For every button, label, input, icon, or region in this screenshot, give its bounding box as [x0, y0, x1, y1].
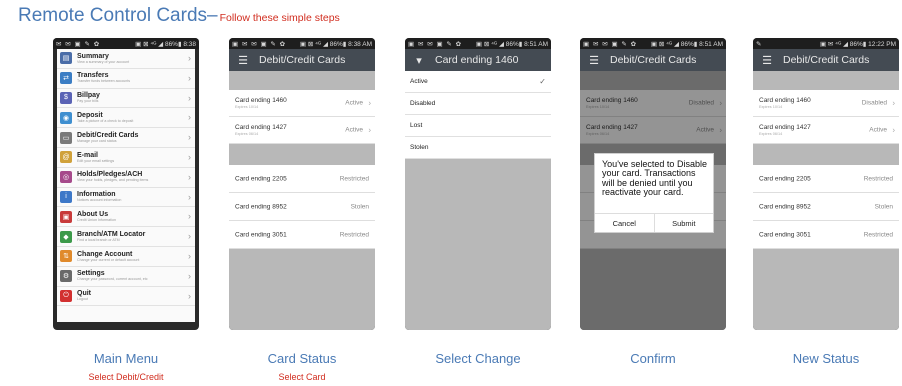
- app-bar: ▾ Card ending 1460: [405, 49, 551, 71]
- status-bar: ✉ ✉ ▣ ✎ ✿ ▣ ⊠ ⁴ᴳ ◢ 86%▮ 8:38: [53, 38, 199, 49]
- caption-confirm: Confirm: [630, 351, 676, 366]
- app-bar: ☰ Debit/Credit Cards: [753, 49, 899, 71]
- chevron-right-icon: ›: [188, 171, 191, 182]
- caption-select-change: Select Change: [435, 351, 521, 366]
- app-bar: ☰ Debit/Credit Cards: [229, 49, 375, 71]
- menu-item-deposit[interactable]: ◉ Deposit Take a picture of a check to dep…: [57, 108, 195, 129]
- app-bar-title: Debit/Credit Cards: [783, 54, 870, 66]
- card-row[interactable]: Card ending 2205 Restricted: [753, 165, 899, 193]
- phone-new-status: ✎ ▣ ✉ ⁴ᴳ ◢ 86%▮ 12:22 PM ☰ Debit/Credit Ca…: [753, 38, 899, 330]
- checkmark-icon: ✓: [539, 77, 546, 86]
- option-lost[interactable]: Lost: [405, 115, 551, 137]
- email-icon: @: [60, 151, 72, 164]
- phone-confirm: ▣ ✉ ✉ ▣ ✎ ✿ ▣ ⊠ ⁴ᴳ ◢ 86%▮ 8:51 AM ☰ Debit/…: [580, 38, 726, 330]
- app-bar-title: Card ending 1460: [435, 54, 519, 66]
- menu-item-about-us[interactable]: ▣ About Us Credit Union Information ›: [57, 207, 195, 228]
- app-bar: ☰ Debit/Credit Cards: [580, 49, 726, 71]
- menu-item-settings[interactable]: ⚙ Settings Change your password, current a…: [57, 267, 195, 287]
- phone-select-change: ▣ ✉ ✉ ▣ ✎ ✿ ▣ ⊠ ⁴ᴳ ◢ 86%▮ 8:51 AM ▾ Card e…: [405, 38, 551, 330]
- status-bar: ▣ ✉ ✉ ▣ ✎ ✿ ▣ ⊠ ⁴ᴳ ◢ 86%▮ 8:38 AM: [229, 38, 375, 49]
- card-row[interactable]: Card ending 1460 Expires 10/14 Disabled ›: [753, 90, 899, 117]
- phone-main-menu: ✉ ✉ ▣ ✎ ✿ ▣ ⊠ ⁴ᴳ ◢ 86%▮ 8:38 ▤ Summary View…: [53, 38, 199, 330]
- option-disabled[interactable]: Disabled: [405, 93, 551, 115]
- menu-item-email[interactable]: @ E-mail Edit your email settings ›: [57, 148, 195, 168]
- option-active[interactable]: Active ✓: [405, 71, 551, 93]
- chevron-right-icon: ›: [188, 92, 191, 103]
- title-main: Remote Control Cards–: [18, 5, 218, 26]
- card-row[interactable]: Card ending 3051 Restricted: [229, 221, 375, 249]
- subcaption-card-status: Select Card: [278, 372, 326, 382]
- menu-item-billpay[interactable]: $ Billpay Pay your bills ›: [57, 89, 195, 109]
- card-list-screen: Card ending 1460 Expires 10/14 Disabled › C…: [753, 71, 899, 330]
- summary-icon: ▤: [60, 52, 72, 65]
- cancel-button[interactable]: Cancel: [595, 214, 655, 232]
- menu-item-debit-credit-cards[interactable]: ▭ Debit/Credit Cards Manage your card stat…: [57, 128, 195, 148]
- chevron-right-icon: ›: [368, 98, 371, 108]
- information-icon: i: [60, 190, 72, 203]
- page-title: Remote Control Cards– Follow these simple…: [18, 5, 340, 27]
- chevron-right-icon: ›: [368, 125, 371, 135]
- card-row[interactable]: Card ending 8952 Stolen: [229, 193, 375, 221]
- cards-icon: ▭: [60, 131, 72, 144]
- chevron-right-icon: ›: [188, 250, 191, 261]
- menu-item-change-account[interactable]: ⇅ Change Account Change your current or de…: [57, 247, 195, 267]
- hamburger-menu-icon[interactable]: ☰: [586, 54, 602, 67]
- chevron-right-icon: ›: [188, 270, 191, 281]
- main-menu-list: ▤ Summary View a summary of your account › …: [57, 49, 195, 322]
- chevron-right-icon: ›: [892, 98, 895, 108]
- chevron-right-icon: ›: [188, 132, 191, 143]
- card-row[interactable]: Card ending 1427 Expires 06/14 Active ›: [753, 117, 899, 144]
- card-row[interactable]: Card ending 1460 Expires 10/14 Active ›: [229, 90, 375, 117]
- app-bar-title: Debit/Credit Cards: [259, 54, 346, 66]
- dialog-message: You've selected to Disable your card. Tr…: [602, 159, 707, 198]
- settings-icon: ⚙: [60, 270, 72, 283]
- menu-item-holds[interactable]: ◎ Holds/Pledges/ACH View your holds, pledg…: [57, 168, 195, 188]
- chevron-right-icon: ›: [188, 151, 191, 162]
- chevron-right-icon: ›: [188, 290, 191, 301]
- hamburger-menu-icon[interactable]: ☰: [759, 54, 775, 67]
- card-list-screen: Card ending 1460 Expires 10/14 Active › Car…: [229, 71, 375, 330]
- change-account-icon: ⇅: [60, 250, 72, 263]
- menu-item-transfers[interactable]: ⇄ Transfers Transfer funds between account…: [57, 69, 195, 89]
- card-row[interactable]: Card ending 3051 Restricted: [753, 221, 899, 249]
- submit-button[interactable]: Submit: [655, 214, 714, 232]
- status-bar: ▣ ✉ ✉ ▣ ✎ ✿ ▣ ⊠ ⁴ᴳ ◢ 86%▮ 8:51 AM: [405, 38, 551, 49]
- phone-card-status: ▣ ✉ ✉ ▣ ✎ ✿ ▣ ⊠ ⁴ᴳ ◢ 86%▮ 8:38 AM ☰ Debit/…: [229, 38, 375, 330]
- app-bar-title: Debit/Credit Cards: [610, 54, 697, 66]
- chevron-right-icon: ›: [188, 53, 191, 63]
- card-row[interactable]: Card ending 2205 Restricted: [229, 165, 375, 193]
- holds-icon: ◎: [60, 171, 72, 184]
- chevron-right-icon: ›: [188, 231, 191, 242]
- chevron-right-icon: ›: [188, 191, 191, 202]
- menu-item-branch-atm-locator[interactable]: ◆ Branch/ATM Locator Find a local branch o…: [57, 227, 195, 247]
- card-row[interactable]: Card ending 8952 Stolen: [753, 193, 899, 221]
- subcaption-main-menu: Select Debit/Credit: [88, 372, 164, 382]
- menu-item-quit[interactable]: ⏻ Quit Logout ›: [57, 287, 195, 307]
- menu-item-information[interactable]: i Information Notices account information ›: [57, 188, 195, 208]
- option-stolen[interactable]: Stolen: [405, 137, 551, 159]
- hamburger-menu-icon[interactable]: ☰: [235, 54, 251, 67]
- chevron-right-icon: ›: [892, 125, 895, 135]
- billpay-icon: $: [60, 91, 72, 104]
- card-row[interactable]: Card ending 1427 Expires 06/14 Active ›: [229, 117, 375, 144]
- transfers-icon: ⇄: [60, 72, 72, 85]
- caption-main-menu: Main Menu: [93, 351, 159, 366]
- about-icon: ▣: [60, 210, 72, 223]
- status-bar: ▣ ✉ ✉ ▣ ✎ ✿ ▣ ⊠ ⁴ᴳ ◢ 86%▮ 8:51 AM: [580, 38, 726, 49]
- deposit-icon: ◉: [60, 111, 72, 124]
- chevron-right-icon: ›: [188, 112, 191, 123]
- title-subtitle: Follow these simple steps: [219, 12, 340, 24]
- triangle-down-icon[interactable]: ▾: [411, 54, 427, 67]
- menu-item-summary[interactable]: ▤ Summary View a summary of your account ›: [57, 49, 195, 69]
- status-options-screen: Active ✓ Disabled Lost Stolen: [405, 71, 551, 330]
- chevron-right-icon: ›: [188, 211, 191, 222]
- confirm-dialog: You've selected to Disable your card. Tr…: [594, 153, 714, 233]
- caption-card-status: Card Status: [267, 351, 337, 366]
- locator-icon: ◆: [60, 230, 72, 243]
- chevron-right-icon: ›: [188, 72, 191, 83]
- quit-icon: ⏻: [60, 289, 72, 302]
- caption-new-status: New Status: [792, 351, 860, 366]
- status-bar: ✎ ▣ ✉ ⁴ᴳ ◢ 86%▮ 12:22 PM: [753, 38, 899, 49]
